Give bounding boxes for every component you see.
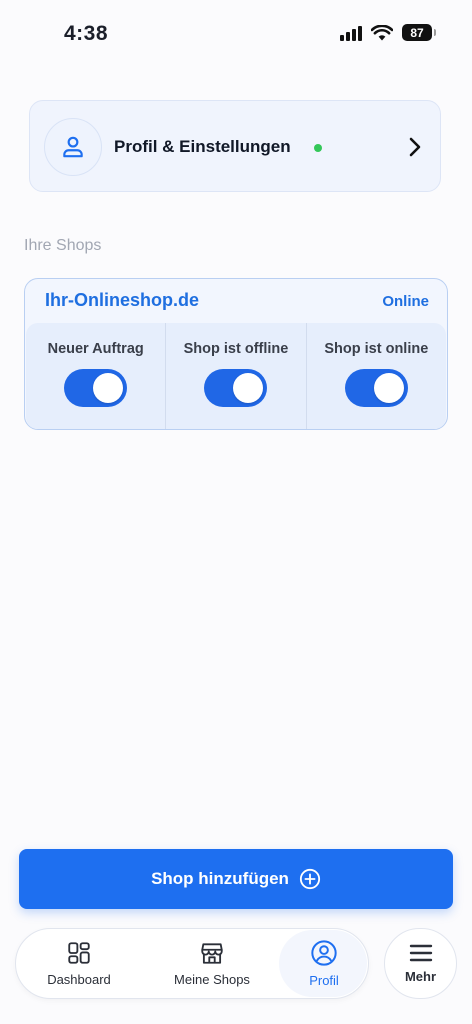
- profile-title: Profil & Einstellungen: [114, 137, 291, 156]
- shop-status-badge: Online: [382, 293, 429, 310]
- store-icon: [201, 943, 223, 964]
- dashboard-icon: [68, 942, 90, 964]
- online-status-dot: [314, 144, 322, 152]
- toggle-label: Shop ist offline: [183, 341, 289, 357]
- shop-offline-toggle[interactable]: [204, 369, 268, 407]
- toggle-group-shop-online: Shop ist online: [305, 323, 446, 429]
- toggle-group-shop-offline: Shop ist offline: [165, 323, 305, 429]
- status-icons: 87: [340, 24, 436, 41]
- toggle-label: Shop ist online: [324, 341, 429, 357]
- user-icon: [63, 136, 83, 158]
- toggle-knob: [93, 373, 124, 403]
- nav-item-my-shops[interactable]: Meine Shops: [162, 929, 262, 998]
- nav-label: Meine Shops: [174, 972, 250, 987]
- plus-circle-icon: [299, 868, 321, 890]
- more-label: Mehr: [404, 969, 437, 984]
- profile-avatar: [44, 118, 102, 176]
- status-time: 4:38: [64, 22, 109, 45]
- nav-label: Dashboard: [47, 972, 111, 987]
- wifi-icon: [371, 24, 393, 40]
- toggle-knob: [233, 373, 264, 403]
- nav-item-dashboard[interactable]: Dashboard: [26, 929, 132, 998]
- chevron-right-icon: [409, 137, 421, 157]
- new-order-toggle[interactable]: [64, 369, 128, 407]
- toggle-label: Neuer Auftrag: [47, 341, 144, 357]
- profile-settings-card[interactable]: Profil & Einstellungen: [29, 100, 441, 192]
- nav-label: Profil: [309, 973, 339, 988]
- status-bar: 4:38 87: [0, 0, 472, 70]
- bottom-navigation: Dashboard Meine Shops Profil: [15, 928, 369, 999]
- toggle-knob: [373, 373, 404, 403]
- shop-name[interactable]: Ihr-Onlineshop.de: [45, 290, 199, 311]
- add-shop-label: Shop hinzufügen: [151, 869, 289, 888]
- menu-icon: [409, 944, 432, 962]
- add-shop-button[interactable]: Shop hinzufügen: [19, 849, 453, 909]
- cellular-signal-icon: [340, 25, 362, 41]
- nav-item-profile[interactable]: Profil: [280, 929, 368, 998]
- battery-icon: 87: [402, 24, 436, 41]
- more-menu-button[interactable]: Mehr: [384, 928, 457, 999]
- shop-toggle-panel: Neuer Auftrag Shop ist offline Shop ist …: [26, 323, 446, 429]
- profile-circle-icon: [311, 940, 337, 966]
- shop-online-toggle[interactable]: [344, 369, 408, 407]
- section-label-shops: Ihre Shops: [24, 237, 102, 254]
- shop-card: Ihr-Onlineshop.de Online Neuer Auftrag S…: [24, 278, 448, 430]
- toggle-group-new-order: Neuer Auftrag: [26, 323, 165, 429]
